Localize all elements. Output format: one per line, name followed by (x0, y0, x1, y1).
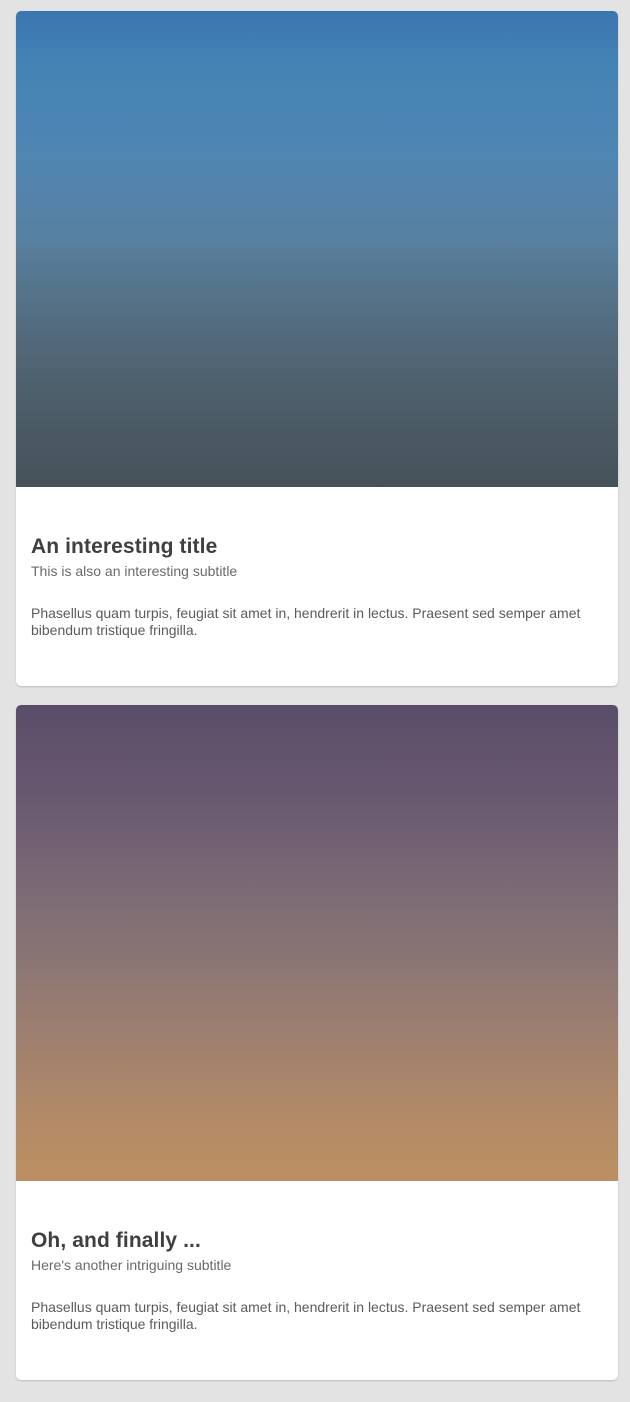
card[interactable]: Oh, and finally ... Here's another intri… (16, 705, 618, 1380)
card-subtitle: Here's another intriguing subtitle (31, 1257, 232, 1273)
card-body-text: Phasellus quam turpis, feugiat sit amet … (31, 605, 581, 638)
card[interactable]: An interesting title This is also an int… (16, 11, 618, 686)
card-subtitle: This is also an interesting subtitle (31, 563, 238, 579)
card-title: An interesting title (31, 535, 218, 558)
card-title: Oh, and finally ... (31, 1229, 201, 1252)
card-body-text: Phasellus quam turpis, feugiat sit amet … (31, 1299, 581, 1332)
card-image (16, 11, 618, 487)
card-image (16, 705, 618, 1181)
